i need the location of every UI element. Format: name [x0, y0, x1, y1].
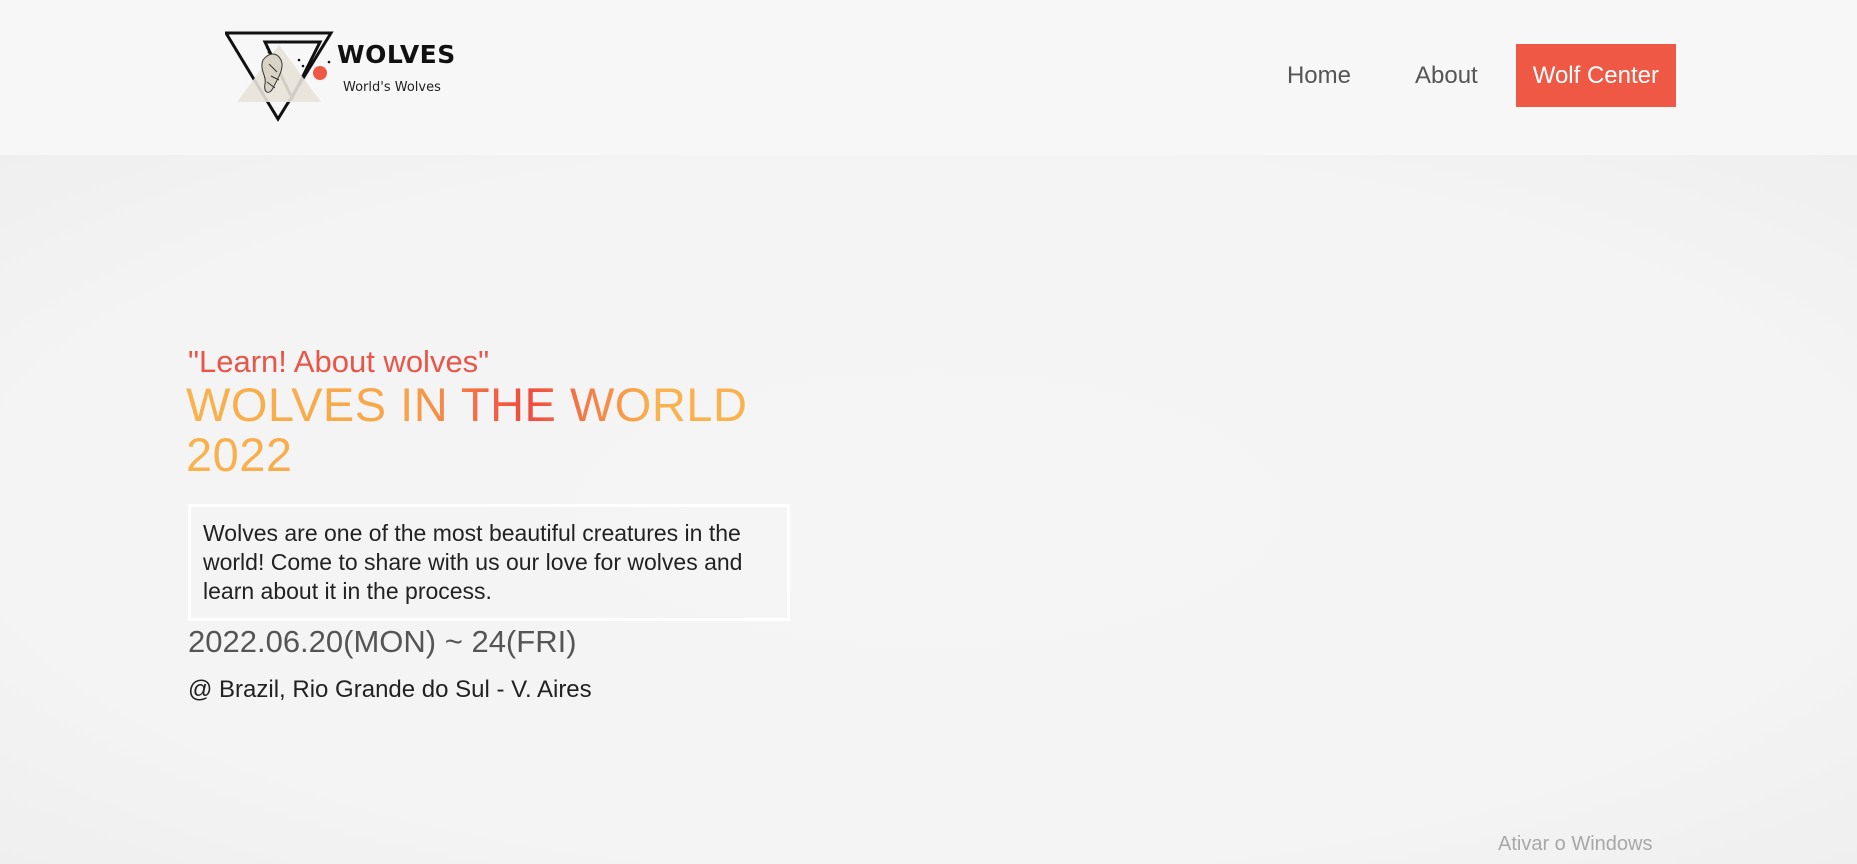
site-header: WOLVES World's Wolves Home About Wolf Ce… — [0, 0, 1857, 155]
main-nav: Home About Wolf Center — [1287, 44, 1676, 107]
wolf-triangle-logo-icon — [225, 31, 334, 122]
hero-description: Wolves are one of the most beautiful cre… — [188, 504, 790, 621]
nav-home-link[interactable]: Home — [1287, 44, 1351, 107]
nav-about-link[interactable]: About — [1415, 44, 1478, 107]
logo-title: WOLVES — [337, 40, 456, 69]
event-date: 2022.06.20(MON) ~ 24(FRI) — [188, 624, 577, 659]
hero-tagline: "Learn! About wolves" — [188, 344, 490, 379]
event-location: @ Brazil, Rio Grande do Sul - V. Aires — [188, 676, 592, 703]
windows-activation-watermark: Ativar o Windows — [1498, 833, 1653, 855]
hero-headline: WOLVES IN THE WORLD 2022 — [186, 380, 806, 480]
site-logo[interactable]: WOLVES World's Wolves — [225, 30, 455, 125]
logo-subtitle: World's Wolves — [343, 80, 441, 95]
wolf-center-button[interactable]: Wolf Center — [1515, 44, 1676, 107]
